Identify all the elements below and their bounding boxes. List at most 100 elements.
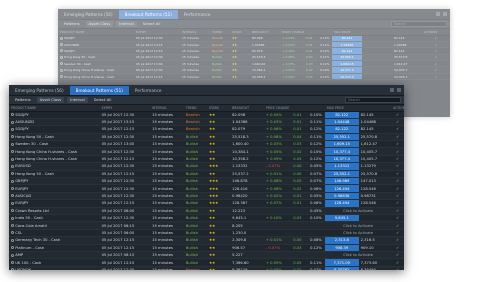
interval-dropdown[interactable]: Interval bbox=[67, 97, 88, 103]
checkmark-icon[interactable]: ✓ bbox=[391, 125, 404, 134]
row-expand-icon[interactable] bbox=[11, 261, 14, 264]
checkmark-icon[interactable]: ✓ bbox=[391, 147, 404, 156]
row-expand-icon[interactable] bbox=[11, 179, 14, 183]
checkmark-icon[interactable]: ✓ bbox=[391, 118, 404, 127]
checkmark-icon[interactable]: ✓ bbox=[391, 244, 404, 252]
row-expand-icon[interactable] bbox=[11, 187, 14, 191]
search-input[interactable]: Search bbox=[345, 97, 401, 103]
table-row[interactable]: India 50 - Cash 05 Jul 2017 12:30 15 minut… bbox=[9, 214, 404, 223]
checkmark-icon[interactable]: ✓ bbox=[422, 73, 450, 81]
table-row[interactable]: AUDUNZD 05 Jul 2017 13:15 15 minutes Bearis… bbox=[9, 118, 404, 127]
checkmark-icon[interactable]: ✓ bbox=[391, 184, 404, 193]
checkmark-icon[interactable]: ✓ bbox=[391, 221, 404, 230]
tab-emerging-patterns[interactable]: Emerging Patterns (56) bbox=[58, 10, 119, 19]
close-icon[interactable] bbox=[397, 88, 401, 92]
interval-dropdown[interactable]: Interval bbox=[116, 21, 137, 27]
row-expand-icon[interactable] bbox=[11, 150, 14, 154]
table-row[interactable]: Germany Tech 30 - Cash 05 Jul 2017 12:15 1… bbox=[9, 236, 404, 245]
row-expand-icon[interactable] bbox=[11, 164, 14, 168]
row-expand-icon[interactable] bbox=[11, 172, 14, 176]
row-expand-icon[interactable] bbox=[11, 253, 14, 257]
checkmark-icon[interactable]: ✓ bbox=[391, 162, 404, 171]
target-price-cell bbox=[358, 214, 392, 223]
patterns-filter[interactable]: Patterns bbox=[12, 97, 34, 103]
activate-link[interactable]: Click to Activate bbox=[324, 221, 392, 230]
table-row[interactable]: Hong Kong China H-shares - Cash 05 Jul 20… bbox=[58, 73, 450, 81]
row-expand-icon[interactable] bbox=[11, 231, 14, 235]
table-row[interactable]: Sweden 30 - Cash 05 Jul 2017 13:00 15 minu… bbox=[9, 140, 404, 149]
checkmark-icon[interactable]: ✓ bbox=[391, 111, 404, 119]
table-row[interactable]: Hong Kong 50 - Cash 05 Jul 2017 12:15 15 m… bbox=[9, 170, 404, 179]
row-expand-icon[interactable] bbox=[11, 209, 14, 213]
table-row[interactable]: Hong Kong 50 - Cash 05 Jul 2017 12:30 15 m… bbox=[9, 133, 404, 142]
table-row[interactable]: EURUSD 05 Jul 2017 12:30 15 minutes Bullish… bbox=[9, 162, 404, 171]
minimize-icon[interactable] bbox=[390, 88, 394, 92]
checkmark-icon[interactable]: ✓ bbox=[391, 214, 404, 223]
table-row[interactable]: USDNOK 05 Jul 2017 12:30 15 minutes Bearish… bbox=[9, 266, 404, 270]
row-expand-icon[interactable] bbox=[60, 49, 63, 53]
table-row[interactable]: SGDJPY 05 Jul 2017 12:30 15 minutes Bearish… bbox=[9, 111, 404, 119]
activate-link[interactable]: Click to Activate bbox=[324, 229, 392, 238]
table-row[interactable]: AMP 05 Jul 2017 06:15 15 minutes Bullish ★★ 5… bbox=[9, 251, 404, 260]
row-expand-icon[interactable] bbox=[11, 201, 14, 205]
checkmark-icon[interactable]: ✓ bbox=[391, 266, 404, 270]
select-all-button[interactable]: Select All bbox=[91, 97, 115, 103]
activate-link[interactable]: Click to Activate bbox=[324, 251, 392, 260]
activate-link[interactable]: Click to Activate bbox=[324, 207, 392, 215]
table-row[interactable]: CSL 05 Jul 2017 06:00 15 minutes Bullish ★★ 1… bbox=[9, 229, 404, 238]
checkmark-icon[interactable]: ✓ bbox=[391, 177, 404, 186]
checkmark-icon[interactable]: ✓ bbox=[391, 258, 404, 267]
row-expand-icon[interactable] bbox=[11, 224, 14, 228]
table-row[interactable]: UK 100 - Cash 05 Jul 2017 12:15 15 minutes… bbox=[9, 258, 404, 267]
checkmark-icon[interactable]: ✓ bbox=[391, 192, 404, 201]
table-row[interactable]: SGDJPY 05 Jul 2017 12:15 15 minutes Bearish… bbox=[9, 125, 404, 134]
row-expand-icon[interactable] bbox=[60, 62, 63, 66]
asset-class-dropdown[interactable]: Asset Class bbox=[85, 21, 114, 27]
row-expand-icon[interactable] bbox=[11, 216, 14, 220]
checkmark-icon[interactable]: ✓ bbox=[391, 133, 404, 142]
table-row[interactable]: GBPJPY 05 Jul 2017 12:30 15 minutes Bullish… bbox=[9, 177, 404, 186]
search-input[interactable]: Search bbox=[391, 21, 447, 27]
row-expand-icon[interactable] bbox=[60, 55, 63, 59]
select-all-button[interactable]: Select All bbox=[140, 21, 164, 27]
checkmark-icon[interactable]: ✓ bbox=[391, 251, 404, 260]
table-row[interactable]: Crown Resorts Ltd 05 Jul 2017 06:00 15 min… bbox=[9, 207, 404, 215]
row-expand-icon[interactable] bbox=[11, 157, 14, 161]
table-row[interactable]: Platinum - Cash 05 Jul 2017 12:15 15 minut… bbox=[9, 244, 404, 252]
row-expand-icon[interactable] bbox=[60, 36, 63, 40]
checkmark-icon[interactable]: ✓ bbox=[391, 207, 404, 215]
checkmark-icon[interactable]: ✓ bbox=[391, 236, 404, 245]
checkmark-icon[interactable]: ✓ bbox=[391, 199, 404, 208]
row-expand-icon[interactable] bbox=[11, 268, 14, 270]
row-expand-icon[interactable] bbox=[11, 246, 14, 250]
table-row[interactable]: Hong Kong China H-shares - Cash 05 Jul 20… bbox=[9, 155, 404, 164]
row-expand-icon[interactable] bbox=[11, 194, 14, 198]
checkmark-icon[interactable]: ✓ bbox=[391, 170, 404, 179]
table-row[interactable]: AUDCAD 05 Jul 2017 12:30 15 minutes Bullish… bbox=[9, 192, 404, 201]
checkmark-icon[interactable]: ✓ bbox=[391, 229, 404, 238]
tab-breakout-patterns[interactable]: Breakout Patterns (51) bbox=[118, 10, 178, 19]
close-icon[interactable] bbox=[443, 12, 447, 16]
row-expand-icon[interactable] bbox=[60, 43, 63, 47]
minimize-icon[interactable] bbox=[436, 12, 440, 16]
row-expand-icon[interactable] bbox=[11, 135, 14, 139]
tab-breakout-patterns[interactable]: Breakout Patterns (51) bbox=[69, 86, 129, 95]
tab-performance[interactable]: Performance bbox=[178, 10, 217, 19]
row-expand-icon[interactable] bbox=[11, 238, 14, 242]
table-row[interactable]: Hong Kong China H-shares - Cash 05 Jul 20… bbox=[9, 147, 404, 156]
tab-emerging-patterns[interactable]: Emerging Patterns (56) bbox=[9, 86, 70, 95]
table-row[interactable]: EURJPY 05 Jul 2017 12:15 15 minutes Bullish… bbox=[9, 199, 404, 208]
patterns-filter[interactable]: Patterns bbox=[61, 21, 83, 27]
row-expand-icon[interactable] bbox=[11, 113, 14, 117]
checkmark-icon[interactable]: ✓ bbox=[391, 155, 404, 164]
row-expand-icon[interactable] bbox=[11, 127, 14, 131]
row-expand-icon[interactable] bbox=[60, 75, 63, 79]
row-expand-icon[interactable] bbox=[11, 120, 14, 124]
row-expand-icon[interactable] bbox=[60, 68, 63, 72]
tab-performance[interactable]: Performance bbox=[129, 86, 168, 95]
row-expand-icon[interactable] bbox=[11, 142, 14, 146]
checkmark-icon[interactable]: ✓ bbox=[391, 140, 404, 149]
asset-class-dropdown[interactable]: Asset Class bbox=[36, 97, 65, 103]
table-row[interactable]: EURJPY 05 Jul 2017 12:30 15 minutes Bullish… bbox=[9, 184, 404, 193]
table-row[interactable]: Coca-Cola Amatil 05 Jul 2017 06:15 15 minu… bbox=[9, 221, 404, 230]
